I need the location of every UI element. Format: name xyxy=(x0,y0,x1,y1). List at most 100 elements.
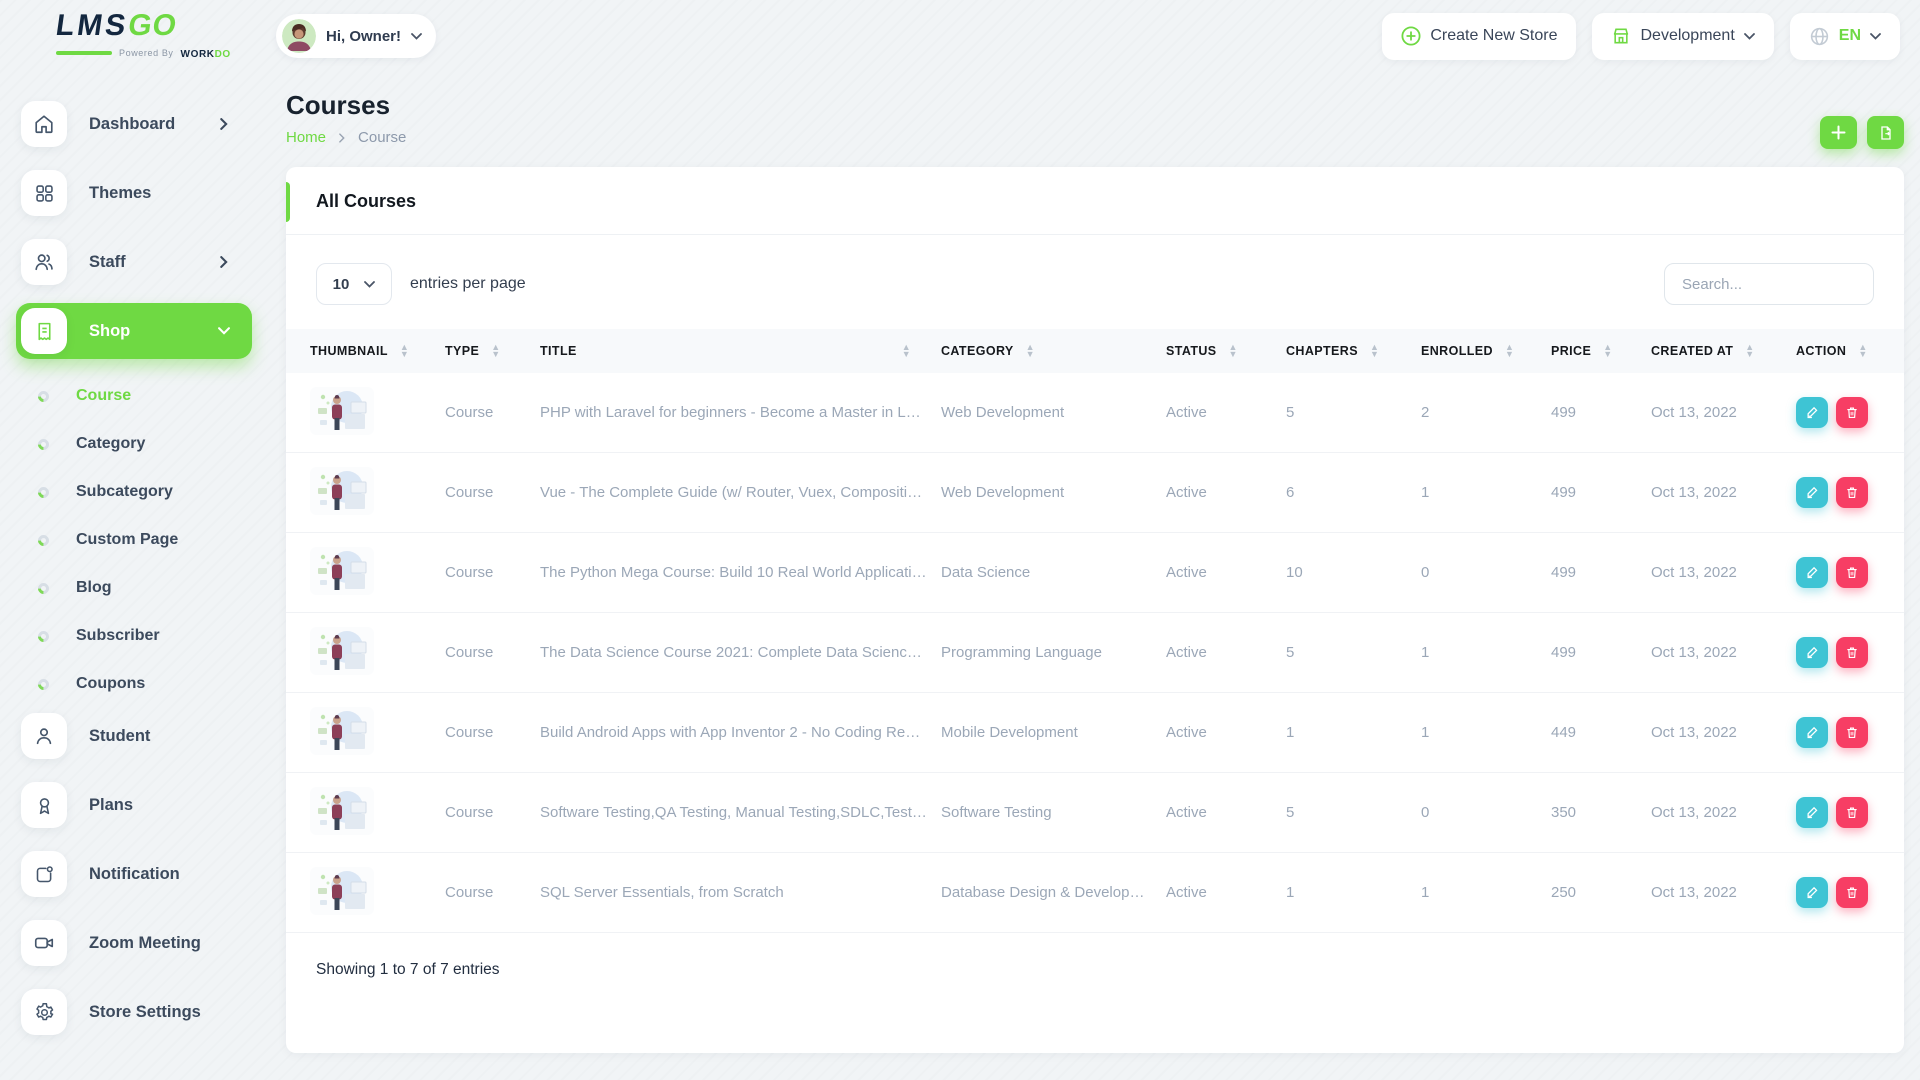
course-type: Course xyxy=(445,724,540,741)
workdo-dark: WORK xyxy=(181,49,215,60)
course-title: Build Android Apps with App Inventor 2 -… xyxy=(540,724,941,741)
language-label: EN xyxy=(1839,27,1861,45)
sidebar-item[interactable]: Dashboard xyxy=(16,96,252,152)
edit-pencil-icon xyxy=(1805,565,1820,580)
user-menu[interactable]: Hi, Owner! xyxy=(276,14,436,58)
sidebar-item[interactable]: Shop xyxy=(16,303,252,359)
course-title: Software Testing,QA Testing, Manual Test… xyxy=(540,804,941,821)
sidebar-subitem[interactable]: Category xyxy=(38,420,252,468)
entries-per-page-select[interactable]: 10 xyxy=(316,263,392,305)
delete-course-button[interactable] xyxy=(1836,877,1868,908)
bullet-icon xyxy=(36,676,52,692)
create-new-store-button[interactable]: Create New Store xyxy=(1382,13,1576,60)
sidebar-subitem[interactable]: Subcategory xyxy=(38,468,252,516)
all-courses-card: All Courses 10 entries per page THUMBNAI… xyxy=(286,167,1904,1053)
edit-course-button[interactable] xyxy=(1796,477,1828,508)
export-button[interactable] xyxy=(1867,116,1904,149)
entries-per-page-label: entries per page xyxy=(410,275,526,293)
course-title: PHP with Laravel for beginners - Become … xyxy=(540,404,941,421)
course-price: 449 xyxy=(1551,724,1651,741)
table-column-header[interactable]: STATUS ▲▼ xyxy=(1166,344,1286,358)
course-enrolled: 0 xyxy=(1421,564,1551,581)
staff-users-icon xyxy=(21,239,67,285)
sidebar-item[interactable]: Store Settings xyxy=(16,984,252,1040)
create-new-store-label: Create New Store xyxy=(1430,27,1557,45)
course-title: SQL Server Essentials, from Scratch xyxy=(540,884,941,901)
edit-course-button[interactable] xyxy=(1796,797,1828,828)
column-label: ENROLLED xyxy=(1421,344,1493,358)
store-switcher[interactable]: Development xyxy=(1592,13,1773,60)
course-title: The Python Mega Course: Build 10 Real Wo… xyxy=(540,564,941,581)
sort-arrows-icon: ▲▼ xyxy=(1505,344,1514,358)
delete-course-button[interactable] xyxy=(1836,557,1868,588)
sidebar-subitem-label: Subscriber xyxy=(76,627,160,645)
edit-pencil-icon xyxy=(1805,805,1820,820)
course-category: Mobile Development xyxy=(941,724,1166,741)
course-created-at: Oct 13, 2022 xyxy=(1651,564,1796,581)
table-column-header[interactable]: ENROLLED ▲▼ xyxy=(1421,344,1551,358)
delete-course-button[interactable] xyxy=(1836,637,1868,668)
edit-course-button[interactable] xyxy=(1796,717,1828,748)
table-column-header[interactable]: PRICE ▲▼ xyxy=(1551,344,1651,358)
sidebar-item[interactable]: Notification xyxy=(16,846,252,902)
sidebar-subitem[interactable]: Blog xyxy=(38,564,252,612)
column-label: CATEGORY xyxy=(941,344,1014,358)
add-course-button[interactable] xyxy=(1820,116,1857,149)
course-created-at: Oct 13, 2022 xyxy=(1651,404,1796,421)
course-status: Active xyxy=(1166,404,1286,421)
table-column-header[interactable]: ACTION ▲▼ xyxy=(1796,344,1880,358)
delete-course-button[interactable] xyxy=(1836,717,1868,748)
table-column-header[interactable]: CHAPTERS ▲▼ xyxy=(1286,344,1421,358)
course-status: Active xyxy=(1166,564,1286,581)
edit-course-button[interactable] xyxy=(1796,877,1828,908)
column-label: CREATED AT xyxy=(1651,344,1733,358)
breadcrumb: Home Course xyxy=(286,129,406,146)
course-thumbnail xyxy=(310,467,374,515)
table-row: Course PHP with Laravel for beginners - … xyxy=(286,373,1904,453)
course-type: Course xyxy=(445,404,540,421)
sidebar-item[interactable]: Plans xyxy=(16,777,252,833)
delete-course-button[interactable] xyxy=(1836,477,1868,508)
chevron-down-icon xyxy=(1870,33,1881,40)
delete-course-button[interactable] xyxy=(1836,797,1868,828)
entries-value: 10 xyxy=(333,276,350,293)
sidebar-subitem[interactable]: Custom Page xyxy=(38,516,252,564)
table-column-header[interactable]: THUMBNAIL ▲▼ xyxy=(310,344,445,358)
chevron-right-icon xyxy=(220,256,228,268)
sidebar-item[interactable]: Student xyxy=(16,708,252,764)
sidebar-subitem[interactable]: Course xyxy=(38,372,252,420)
table-row: Course Build Android Apps with App Inven… xyxy=(286,693,1904,773)
edit-course-button[interactable] xyxy=(1796,637,1828,668)
sidebar-subitem[interactable]: Subscriber xyxy=(38,612,252,660)
sidebar-item[interactable]: Staff xyxy=(16,234,252,290)
edit-course-button[interactable] xyxy=(1796,397,1828,428)
search-input[interactable] xyxy=(1664,263,1874,305)
plus-icon xyxy=(1831,125,1846,140)
course-thumbnail xyxy=(310,707,374,755)
storefront-icon xyxy=(1611,26,1631,46)
table-column-header[interactable]: CREATED AT ▲▼ xyxy=(1651,344,1796,358)
edit-course-button[interactable] xyxy=(1796,557,1828,588)
sidebar-item-label: Dashboard xyxy=(89,115,175,134)
brand-logo[interactable]: LMSGO Powered By WORKDO xyxy=(20,11,252,62)
sidebar-item[interactable]: Zoom Meeting xyxy=(16,915,252,971)
table-column-header[interactable]: TITLE ▲▼ xyxy=(540,344,941,358)
delete-course-button[interactable] xyxy=(1836,397,1868,428)
file-export-icon xyxy=(1878,125,1894,141)
course-price: 250 xyxy=(1551,884,1651,901)
course-title: Vue - The Complete Guide (w/ Router, Vue… xyxy=(540,484,941,501)
table-row: Course The Python Mega Course: Build 10 … xyxy=(286,533,1904,613)
course-price: 350 xyxy=(1551,804,1651,821)
avatar xyxy=(282,19,316,53)
sidebar-item-label: Staff xyxy=(89,253,126,272)
table-column-header[interactable]: CATEGORY ▲▼ xyxy=(941,344,1166,358)
breadcrumb-home-link[interactable]: Home xyxy=(286,129,326,146)
course-created-at: Oct 13, 2022 xyxy=(1651,644,1796,661)
course-type: Course xyxy=(445,884,540,901)
powered-by-label: Powered By xyxy=(119,48,174,58)
table-column-header[interactable]: TYPE ▲▼ xyxy=(445,344,540,358)
course-status: Active xyxy=(1166,804,1286,821)
sidebar-subitem[interactable]: Coupons xyxy=(38,660,252,708)
sidebar-item[interactable]: Themes xyxy=(16,165,252,221)
language-selector[interactable]: EN xyxy=(1790,13,1900,60)
